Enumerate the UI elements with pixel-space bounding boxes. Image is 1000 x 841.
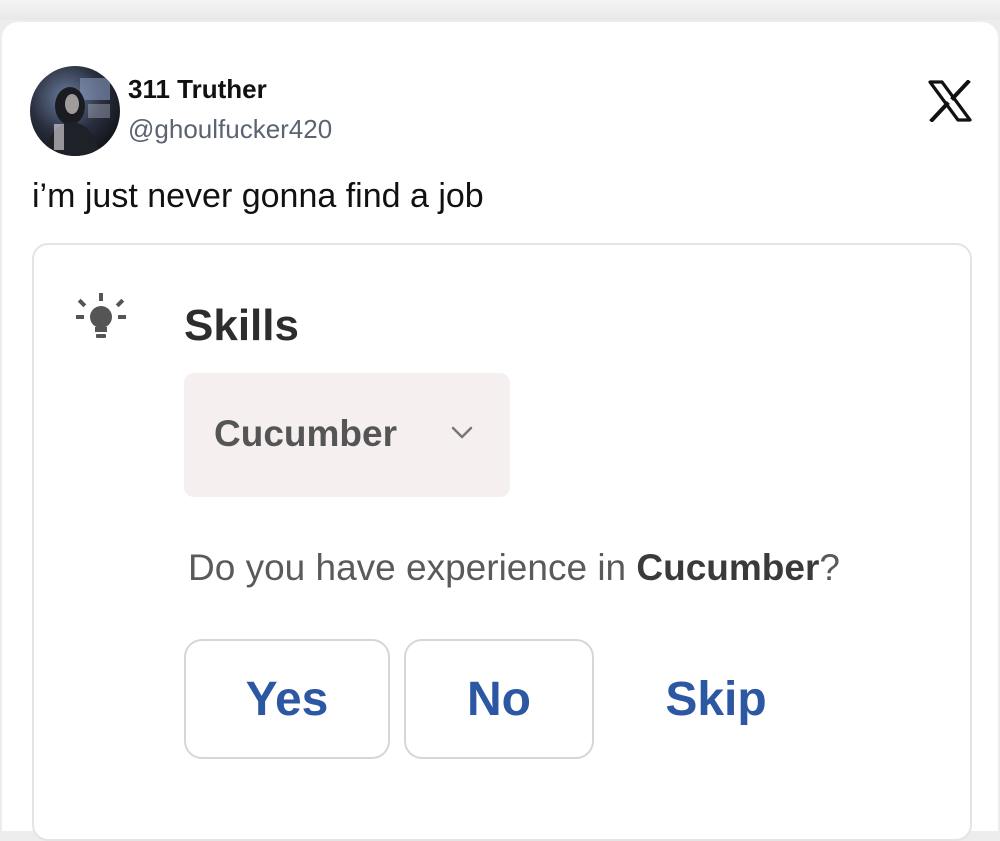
lightbulb-icon: [76, 293, 126, 338]
experience-question: Do you have experience in Cucumber?: [188, 547, 840, 589]
dropdown-selected-value: Cucumber: [214, 413, 397, 454]
question-prefix: Do you have experience in: [188, 547, 637, 588]
user-handle[interactable]: @ghoulfucker420: [128, 114, 332, 145]
x-logo-icon[interactable]: [928, 80, 972, 122]
avatar[interactable]: [30, 66, 120, 156]
top-divider: [0, 0, 1000, 20]
question-suffix: ?: [819, 547, 840, 588]
display-name[interactable]: 311 Truther: [128, 74, 267, 105]
yes-button[interactable]: Yes: [184, 639, 390, 759]
section-title: Skills: [184, 301, 299, 350]
skill-dropdown[interactable]: Cucumber: [184, 373, 510, 497]
no-button[interactable]: No: [404, 639, 594, 759]
skip-button[interactable]: Skip: [646, 639, 786, 759]
question-skill: Cucumber: [636, 547, 820, 588]
embedded-screenshot: Skills Cucumber Do you have experience i…: [32, 243, 972, 841]
tweet-text: i’m just never gonna find a job: [32, 177, 484, 215]
tweet-card: 311 Truther @ghoulfucker420 i’m just nev…: [2, 22, 998, 841]
chevron-down-icon: [451, 426, 473, 439]
